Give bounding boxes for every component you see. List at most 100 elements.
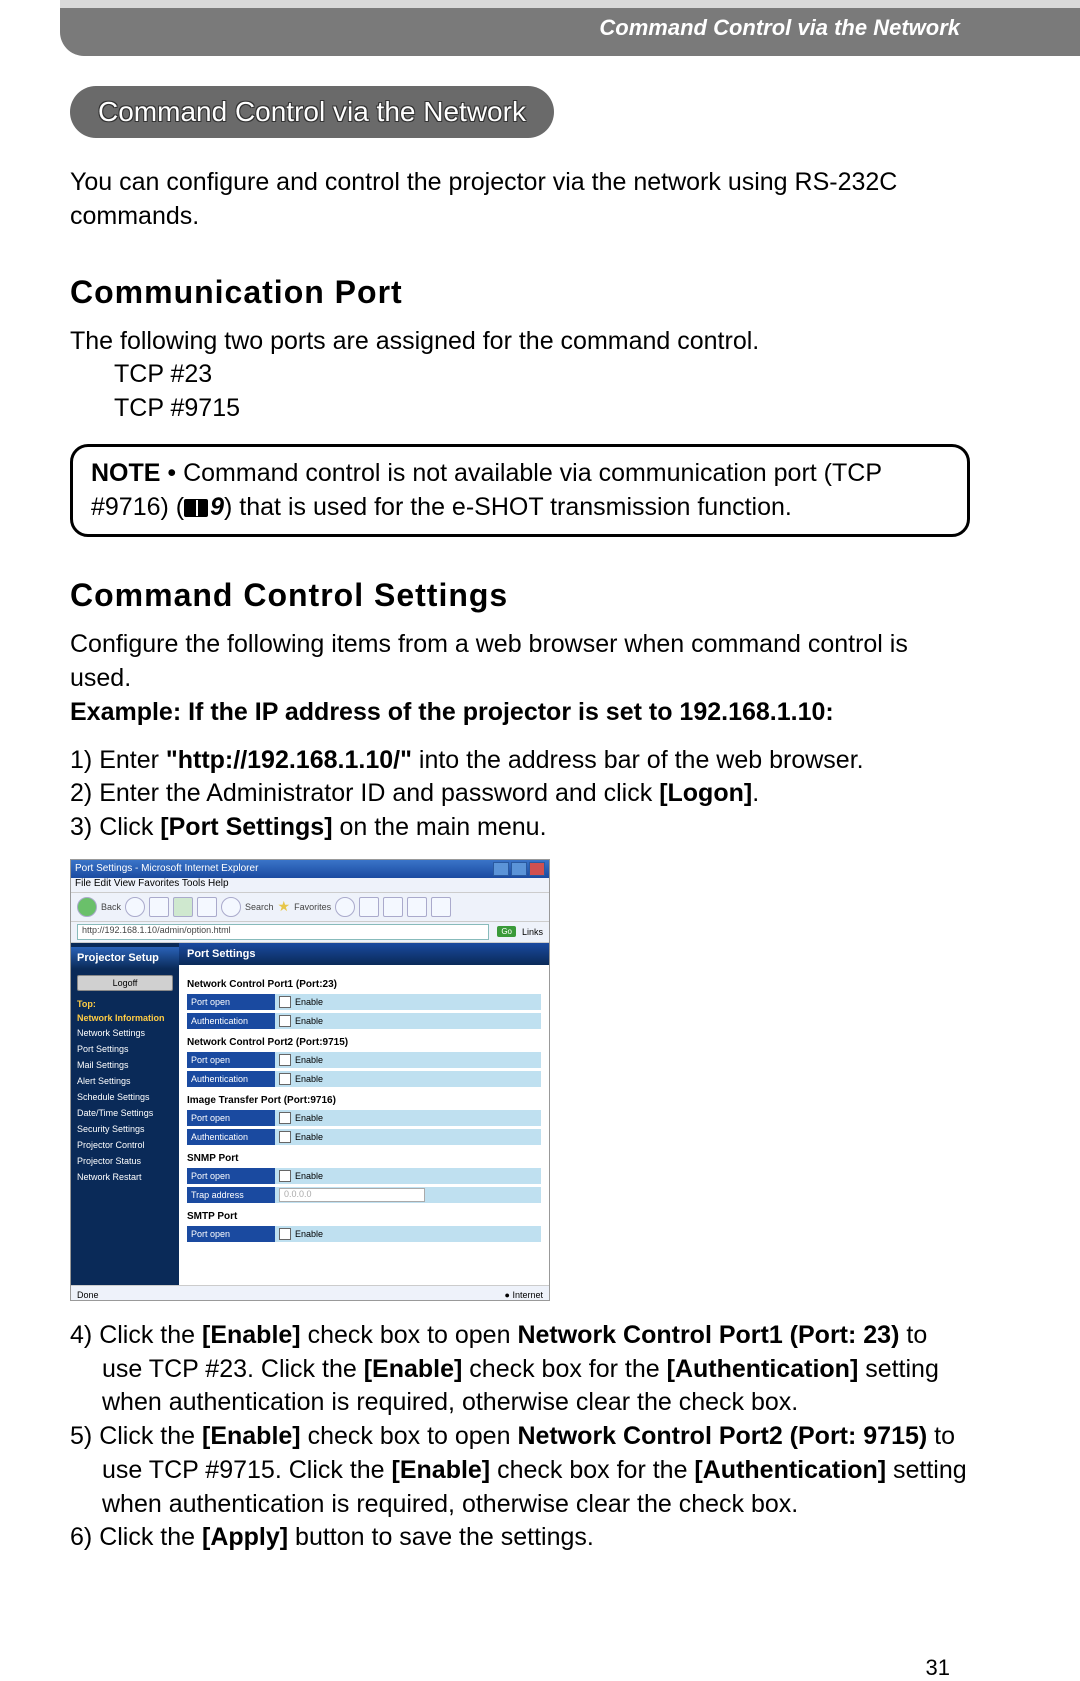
note-text-2: ) that is used for the e-SHOT transmissi… [224,493,792,521]
sidebar-item[interactable]: Projector Status [71,1153,179,1169]
home-icon[interactable] [197,897,217,917]
fav-label: Favorites [294,902,331,912]
trap-address-input[interactable]: 0.0.0.0 [279,1188,425,1202]
minimize-icon[interactable] [493,862,509,876]
enable-label: Enable [295,1074,323,1084]
sidebar: Projector Setup Logoff Top: Network Info… [71,943,179,1285]
header-title: Command Control via the Network [599,15,960,40]
search-icon[interactable] [221,897,241,917]
enable-checkbox[interactable] [279,1112,291,1124]
row-value: Enable [275,1071,541,1087]
port-2: TCP #9715 [114,392,970,426]
header-bar: Command Control via the Network [60,0,1080,56]
enable-label: Enable [295,1229,323,1239]
close-icon[interactable] [529,862,545,876]
main-title: Port Settings [179,943,549,965]
steps-top: 1) Enter "http://192.168.1.10/" into the… [70,744,970,845]
row-label: Trap address [187,1187,275,1203]
media-icon[interactable] [335,897,355,917]
section-title-pill: Command Control via the Network [70,86,554,138]
settings-row: Port open Enable [187,1168,541,1184]
forward-icon[interactable] [125,897,145,917]
links-label[interactable]: Links [522,927,543,937]
maximize-icon[interactable] [511,862,527,876]
sidebar-item[interactable]: Projector Control [71,1137,179,1153]
enable-label: Enable [295,1171,323,1181]
enable-label: Enable [295,1055,323,1065]
sidebar-item[interactable]: Network Settings [71,1025,179,1041]
settings-group-title: SNMP Port [187,1153,541,1164]
step-6: 6) Click the [Apply] button to save the … [70,1521,970,1555]
sidebar-top[interactable]: Top: [71,997,179,1011]
row-value: Enable [275,1013,541,1029]
step-4: 4) Click the [Enable] check box to open … [70,1319,970,1420]
enable-label: Enable [295,1113,323,1123]
enable-checkbox[interactable] [279,1015,291,1027]
enable-label: Enable [295,1016,323,1026]
page-number: 31 [0,1655,1080,1681]
enable-checkbox[interactable] [279,996,291,1008]
row-value: Enable [275,1110,541,1126]
row-value: Enable [275,1168,541,1184]
settings-row: Port open Enable [187,1110,541,1126]
settings-group-title: Image Transfer Port (Port:9716) [187,1095,541,1106]
row-label: Port open [187,994,275,1010]
enable-checkbox[interactable] [279,1228,291,1240]
sidebar-item[interactable]: Mail Settings [71,1057,179,1073]
edit-icon[interactable] [407,897,427,917]
port-1: TCP #23 [114,358,970,392]
logoff-button[interactable]: Logoff [77,975,173,991]
menubar[interactable]: File Edit View Favorites Tools Help [71,878,549,892]
sidebar-item[interactable]: Port Settings [71,1041,179,1057]
settings-row: Port openEnable [187,1226,541,1242]
back-icon[interactable] [77,897,97,917]
go-button[interactable]: Go [497,926,516,937]
enable-checkbox[interactable] [279,1170,291,1182]
sidebar-item[interactable]: Date/Time Settings [71,1105,179,1121]
cc-settings-desc: Configure the following items from a web… [70,628,970,696]
pill-title-text: Command Control via the Network [98,96,526,127]
mail-icon[interactable] [359,897,379,917]
sidebar-network-info[interactable]: Network Information [71,1011,179,1025]
row-value: Enable [275,1226,541,1242]
status-right: ● Internet [505,1290,543,1300]
enable-checkbox[interactable] [279,1073,291,1085]
settings-row: AuthenticationEnable [187,1071,541,1087]
print-icon[interactable] [383,897,403,917]
sidebar-brand: Projector Setup [71,947,179,969]
favorites-icon[interactable]: ★ [278,898,291,915]
step-1: 1) Enter "http://192.168.1.10/" into the… [70,744,970,778]
step-5: 5) Click the [Enable] check box to open … [70,1420,970,1521]
sidebar-item[interactable]: Security Settings [71,1121,179,1137]
sidebar-item[interactable]: Network Restart [71,1169,179,1185]
enable-checkbox[interactable] [279,1054,291,1066]
row-value: 0.0.0.0 [275,1187,541,1203]
row-value: Enable [275,994,541,1010]
sidebar-item[interactable]: Schedule Settings [71,1089,179,1105]
step-3: 3) Click [Port Settings] on the main men… [70,811,970,845]
stop-icon[interactable] [149,897,169,917]
address-bar: http://192.168.1.10/admin/option.html Go… [71,922,549,943]
back-label: Back [101,902,121,912]
row-label: Port open [187,1110,275,1126]
step-2: 2) Enter the Administrator ID and passwo… [70,777,970,811]
window-buttons [493,862,545,876]
note-page-ref: 9 [210,493,224,521]
refresh-icon[interactable] [173,897,193,917]
status-bar: Done ● Internet [71,1285,549,1301]
row-label: Authentication [187,1129,275,1145]
settings-row: Port openEnable [187,994,541,1010]
steps-bottom: 4) Click the [Enable] check box to open … [70,1319,970,1555]
main-panel: Port Settings Network Control Port1 (Por… [179,943,549,1285]
settings-row: AuthenticationEnable [187,1129,541,1145]
note-box: NOTE • Command control is not available … [70,444,970,538]
address-input[interactable]: http://192.168.1.10/admin/option.html [77,924,489,940]
settings-row: Authentication Enable [187,1013,541,1029]
row-label: Authentication [187,1013,275,1029]
sidebar-item[interactable]: Alert Settings [71,1073,179,1089]
enable-checkbox[interactable] [279,1131,291,1143]
row-label: Port open [187,1168,275,1184]
toolbar: Back Search ★Favorites [71,892,549,922]
row-label: Port open [187,1052,275,1068]
discuss-icon[interactable] [431,897,451,917]
